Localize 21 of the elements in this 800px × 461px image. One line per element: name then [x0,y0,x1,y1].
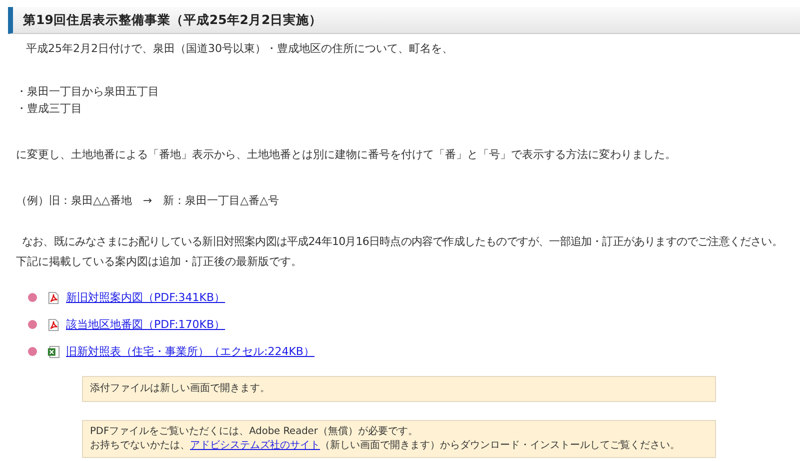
pdf-file-icon [47,290,60,304]
intro-text: 平成25年2月2日付けで、泉田（国道30号以東）・豊成地区の住所について、町名を、 [25,41,454,57]
section-heading: 第19回住居表示整備事業（平成25年2月2日実施） [8,7,800,34]
bullet-item: ・泉田一丁目から泉田五丁目 [15,84,160,100]
pdf-file-icon [47,318,60,332]
note-text: 下記に掲載している案内図は追加・訂正後の最新版です。 [15,254,303,270]
notice-text: PDFファイルをご覧いただくには、Adobe Reader（無償）が必要です。 [90,425,419,439]
bullet-dot-icon [28,347,37,356]
bullet-dot-icon [28,320,37,329]
bullet-dot-icon [28,293,37,302]
notice-text: お持ちでないかたは、アドビシステムズ社のサイト（新しい画面で開きます）からダウンロード・インストールしてご覧ください。 [90,439,681,453]
bullet-item: ・豊成三丁目 [15,101,83,117]
example-text: （例）旧：泉田△△番地 → 新：泉田一丁目△番△号 [15,193,280,209]
note-text: なお、既にみなさまにお配りしている新旧対照案内図は平成24年10月16日時点の内容で作成したものですが、一部追加・訂正がありますのでご注意ください。 [21,234,784,250]
notice-text: 添付ファイルは新しい画面で開きます。 [90,382,271,396]
file-link[interactable]: 該当地区地番図（PDF:170KB） [66,317,226,332]
file-link[interactable]: 新旧対照案内図（PDF:341KB） [66,290,226,305]
spreadsheet-file-icon [47,344,60,358]
file-link[interactable]: 旧新対照表（住宅・事業所）（エクセル:224KB） [66,344,314,359]
change-text: に変更し、土地地番による「番地」表示から、土地地番とは別に建物に番号を付けて「番」と「号」で表示する方法に変わりました。 [15,147,677,163]
adobe-site-link[interactable]: アドビシステムズ社のサイト [190,440,320,451]
